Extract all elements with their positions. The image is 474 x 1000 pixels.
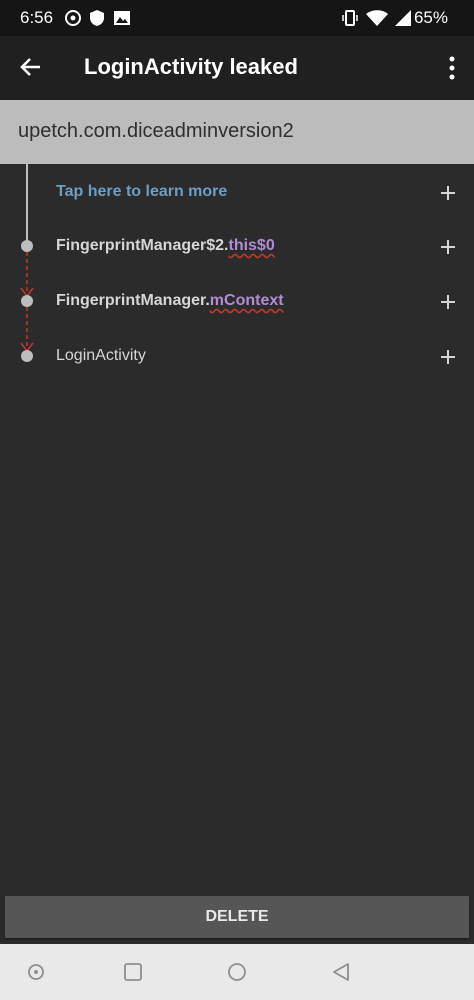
trace-row[interactable]: FingerprintManager$2.this$0	[0, 227, 474, 267]
more-options-icon[interactable]	[448, 56, 456, 80]
leak-trace: Tap here to learn more FingerprintManage…	[0, 164, 474, 384]
recents-dot-icon[interactable]	[27, 962, 45, 982]
status-time: 6:56	[20, 8, 54, 27]
vibrate-icon	[342, 10, 358, 26]
trace-row-label: FingerprintManager$2.this$0	[56, 237, 275, 255]
cell-signal-icon	[395, 10, 411, 26]
status-bar: 6:56 65%	[0, 0, 474, 36]
trace-row-class: FingerprintManager.	[56, 292, 210, 309]
whatsapp-icon	[65, 10, 81, 26]
expand-plus-icon[interactable]	[440, 239, 456, 255]
delete-button[interactable]: DELETE	[5, 896, 469, 938]
trace-row-class: LoginActivity	[56, 347, 146, 364]
learn-more-link[interactable]: Tap here to learn more	[56, 183, 227, 201]
package-header: upetch.com.diceadminversion2	[0, 100, 474, 164]
app-toolbar: LoginActivity leaked	[0, 36, 474, 100]
trace-row[interactable]: LoginActivity	[0, 337, 474, 377]
expand-plus-icon[interactable]	[440, 294, 456, 310]
overview-square-icon[interactable]	[123, 962, 143, 982]
trace-row-reference: mContext	[209, 292, 284, 309]
back-triangle-icon[interactable]	[331, 962, 351, 982]
trace-row-class: FingerprintManager$2.	[56, 237, 229, 254]
trace-row-label: FingerprintManager.mContext	[56, 292, 284, 310]
system-navigation-bar	[0, 944, 474, 1000]
expand-plus-icon[interactable]	[440, 349, 456, 365]
learn-more-row[interactable]: Tap here to learn more	[0, 173, 474, 213]
delete-button-label: DELETE	[205, 908, 269, 925]
back-arrow-icon[interactable]	[18, 54, 44, 80]
home-circle-icon[interactable]	[227, 962, 247, 982]
package-name: upetch.com.diceadminversion2	[18, 120, 294, 142]
expand-plus-icon[interactable]	[440, 185, 456, 201]
trace-row[interactable]: FingerprintManager.mContext	[0, 282, 474, 322]
wifi-icon	[366, 10, 388, 26]
page-title: LoginActivity leaked	[84, 54, 298, 79]
image-icon	[114, 11, 130, 25]
battery-level: 65%	[413, 8, 448, 27]
shield-icon	[90, 10, 104, 26]
trace-row-reference: this$0	[228, 237, 275, 254]
